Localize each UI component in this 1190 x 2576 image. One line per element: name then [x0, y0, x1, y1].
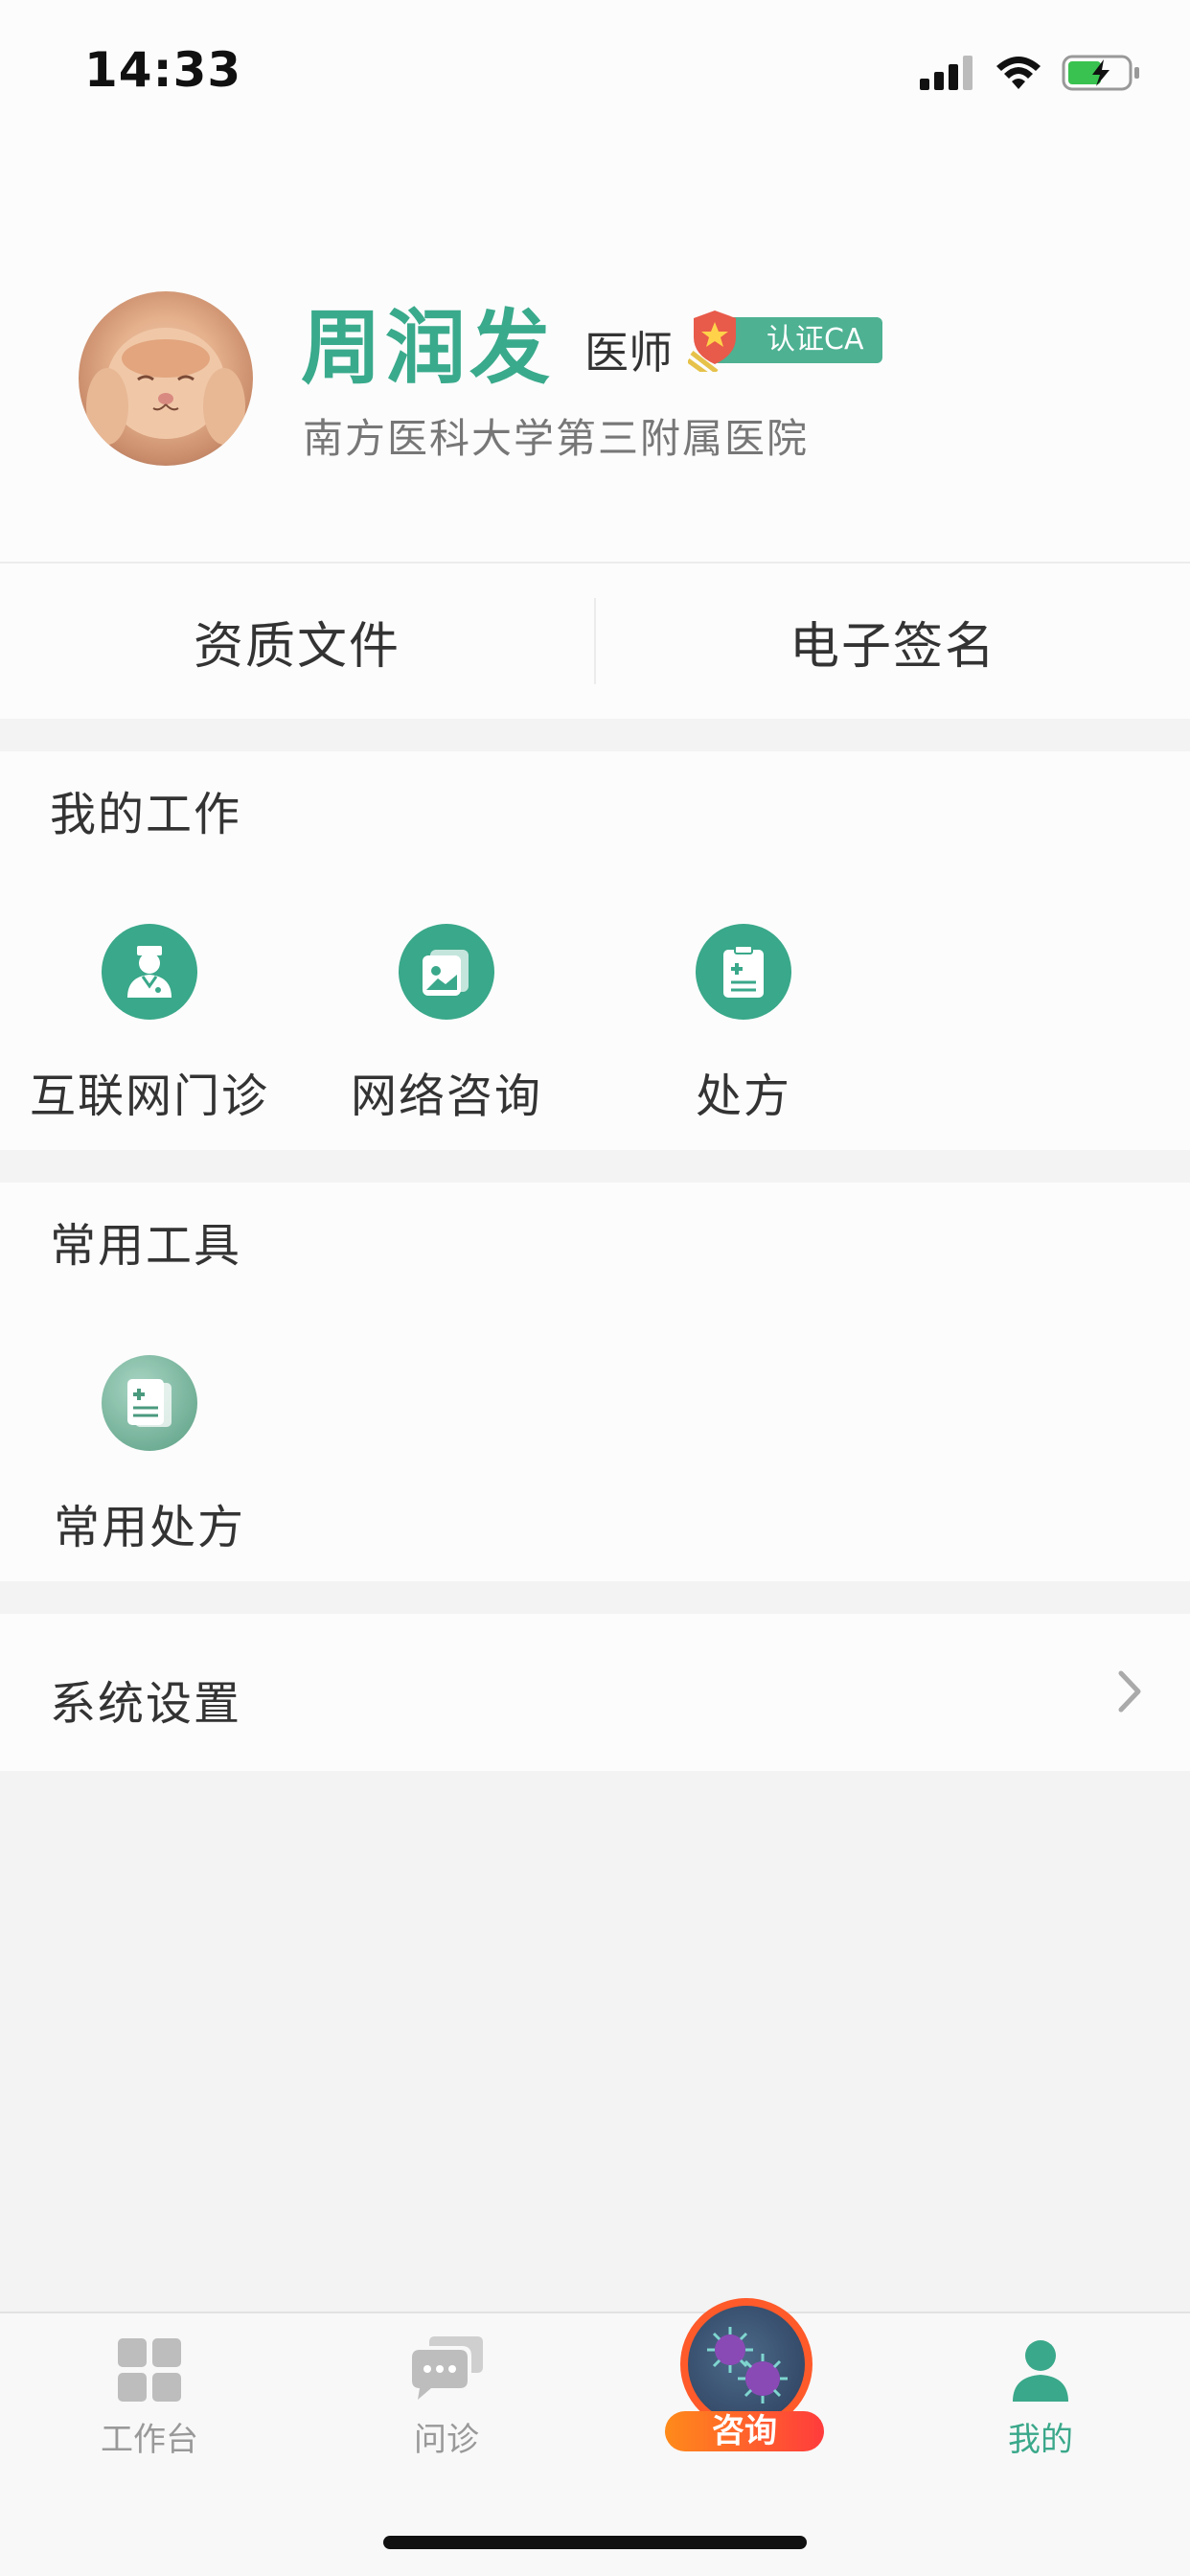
tab-mine[interactable]: 我的 — [945, 2336, 1136, 2460]
section-title: 我的工作 — [50, 788, 242, 841]
common-prescription-label: 常用处方 — [53, 1501, 245, 1554]
prescription-stack-icon — [102, 1355, 197, 1451]
shield-icon — [688, 310, 736, 372]
tab-label: 我的 — [1008, 2421, 1073, 2459]
home-indicator — [383, 2536, 807, 2549]
settings-row[interactable]: 系统设置 — [0, 1614, 1190, 1771]
prescription-item[interactable]: 处方 — [629, 924, 858, 1125]
online-consult-item[interactable]: 网络咨询 — [332, 924, 561, 1125]
common-tools-section: 常用工具 常用处方 — [0, 1183, 1190, 1581]
status-time: 14:33 — [84, 42, 242, 98]
tab-inquiry[interactable]: 问诊 — [351, 2336, 542, 2460]
chevron-right-icon — [1118, 1670, 1141, 1713]
tab-workbench[interactable]: 工作台 — [54, 2336, 245, 2460]
person-icon — [1013, 2340, 1068, 2402]
online-clinic-label: 互联网门诊 — [30, 1070, 270, 1123]
doctor-title: 医师 — [584, 327, 673, 379]
qualification-button[interactable]: 资质文件 — [0, 564, 594, 719]
section-title: 常用工具 — [50, 1219, 242, 1273]
documents-row: 资质文件 电子签名 — [0, 562, 1190, 719]
prescription-icon — [696, 924, 791, 1020]
signature-button[interactable]: 电子签名 — [596, 564, 1190, 719]
hospital-name: 南方医科大学第三附属医院 — [303, 415, 810, 462]
prescription-label: 处方 — [695, 1070, 791, 1123]
tab-label: 工作台 — [101, 2421, 198, 2459]
wifi-icon — [996, 57, 1041, 89]
consult-card-icon — [399, 924, 494, 1020]
online-clinic-item[interactable]: 互联网门诊 — [30, 924, 267, 1125]
avatar[interactable] — [79, 291, 253, 466]
ca-badge: 认证CA — [688, 310, 883, 372]
doctor-icon — [102, 924, 197, 1020]
grid-icon — [118, 2338, 181, 2402]
tab-consult-label[interactable]: 咨询 — [665, 2411, 824, 2451]
cat-avatar-image — [86, 328, 245, 445]
my-work-section: 我的工作 互联网门诊 网络咨询 处方 — [0, 751, 1190, 1150]
signal-icon — [920, 56, 973, 90]
settings-label: 系统设置 — [50, 1677, 242, 1731]
tab-label: 问诊 — [414, 2421, 479, 2459]
online-consult-label: 网络咨询 — [350, 1070, 542, 1123]
status-icons — [920, 54, 1140, 92]
battery-charging-icon — [1062, 55, 1139, 91]
common-prescription-item[interactable]: 常用处方 — [34, 1355, 264, 1556]
virus-icon — [707, 2327, 788, 2404]
doctor-name: 周润发 — [301, 301, 555, 395]
chat-icon — [412, 2336, 483, 2400]
